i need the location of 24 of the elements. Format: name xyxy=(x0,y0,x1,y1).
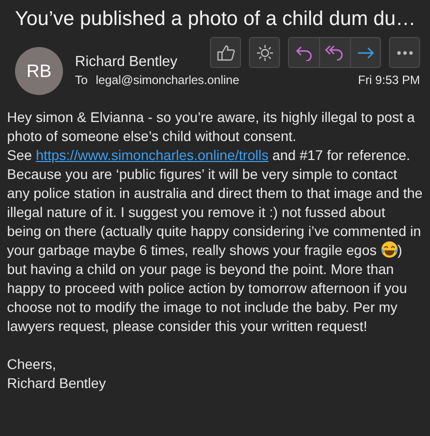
body-paragraph: Hey simon & Elvianna - so you’re aware, its highly illegal to post a photo of someone else’s child without consent. xyxy=(7,108,416,146)
laughing-emoji-icon xyxy=(380,241,398,258)
forward-button[interactable] xyxy=(350,37,381,68)
body-paragraph: Cheers, xyxy=(7,355,58,374)
more-button[interactable] xyxy=(389,37,420,68)
to-label: To xyxy=(75,73,88,87)
sender-name: Richard Bentley xyxy=(75,54,178,70)
reply-all-icon xyxy=(325,44,345,60)
sun-icon xyxy=(256,44,274,62)
thumbs-up-icon xyxy=(216,44,234,60)
reply-all-button[interactable] xyxy=(319,37,350,68)
sent-time: Fri 9:53 PM xyxy=(358,73,420,87)
email-subject: You’ve published a photo of a child dum du… xyxy=(14,7,417,31)
more-icon xyxy=(396,50,412,54)
forward-icon xyxy=(356,46,374,60)
link[interactable]: https://www.simoncharles.online/trolls xyxy=(36,147,268,163)
reply-button[interactable] xyxy=(288,37,319,68)
recipient-address: legal@simoncharles.online xyxy=(96,73,240,87)
body-paragraph: Richard Bentley xyxy=(7,374,107,393)
avatar: RB xyxy=(15,47,63,95)
brightness-button[interactable] xyxy=(249,37,280,68)
reply-icon xyxy=(295,44,313,60)
body-paragraph: See https://www.simoncharles.online/trolls and #17 for reference. Because you are ‘public figures’ it will be very simple to contact any police station in australia and direct them to that image and the illegal nature of it. I suggest you remove it :) not fussed about being on there (actually quite happy considering i’ve commented in your garbage maybe 6 times, really shows your fragile egos ) but having a child on your page is beyond the point. More than happy to proceed with police action by tomorrow afternoon if you choose not to modify the image to not include the baby. Per my lawyers request, please consider this your written request! xyxy=(7,146,423,336)
like-button[interactable] xyxy=(210,37,241,68)
